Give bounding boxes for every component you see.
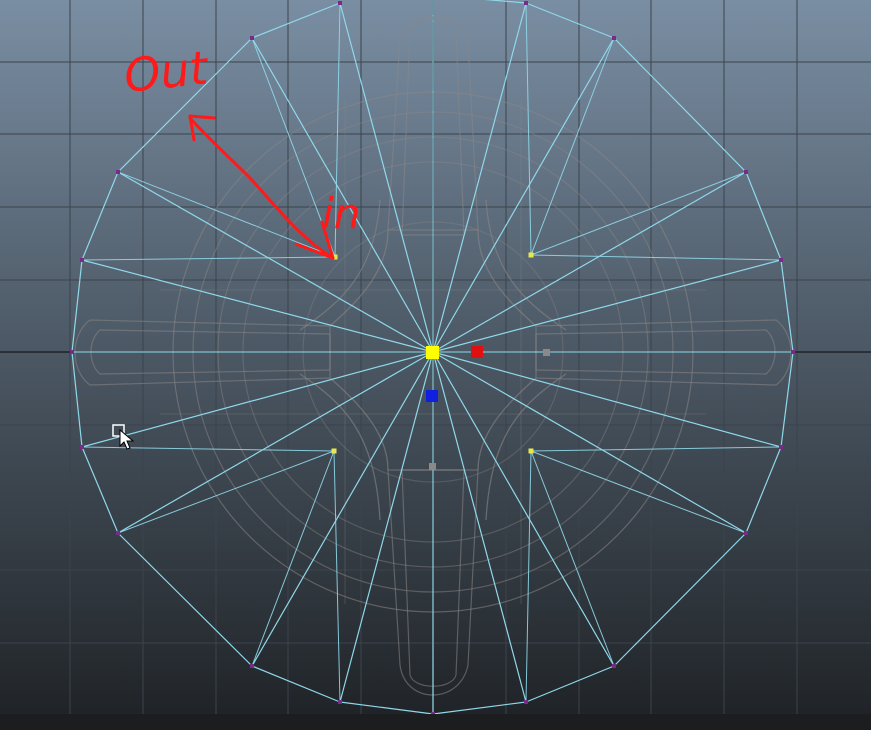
viewport-canvas[interactable]: Out in [0,0,871,730]
selected-vertex[interactable] [528,252,534,258]
mesh-vertex[interactable] [80,445,84,449]
selected-vertex[interactable] [331,448,337,454]
manipulator-z-scale-handle[interactable] [429,463,436,470]
manipulator-x-handle[interactable] [471,346,483,358]
mesh-vertex[interactable] [744,170,748,174]
viewport-bottom-edge [0,714,871,730]
mesh-vertex[interactable] [338,1,342,5]
selected-vertex[interactable] [528,448,534,454]
manipulator-x-scale-handle[interactable] [543,349,550,356]
select-arrow-icon [112,424,140,450]
mesh-vertex[interactable] [338,700,342,704]
manipulator-center-handle[interactable] [426,346,439,359]
mesh-vertex[interactable] [779,258,783,262]
mesh-vertex[interactable] [612,36,616,40]
mesh-vertex[interactable] [80,258,84,262]
mesh-vertex[interactable] [612,664,616,668]
mesh-vertex[interactable] [524,700,528,704]
mesh-vertex[interactable] [779,445,783,449]
in-label: in [322,189,360,238]
mesh-vertex[interactable] [524,1,528,5]
mesh-vertex[interactable] [116,170,120,174]
mesh-vertex[interactable] [250,664,254,668]
manipulator-z-handle[interactable] [426,390,438,402]
modeling-viewport[interactable]: Out in [0,0,871,730]
mesh-vertex[interactable] [70,350,74,354]
mesh-vertex[interactable] [116,531,120,535]
mesh-vertex[interactable] [744,531,748,535]
mesh-vertex[interactable] [250,36,254,40]
out-label: Out [122,40,213,103]
mesh-vertex[interactable] [791,350,795,354]
